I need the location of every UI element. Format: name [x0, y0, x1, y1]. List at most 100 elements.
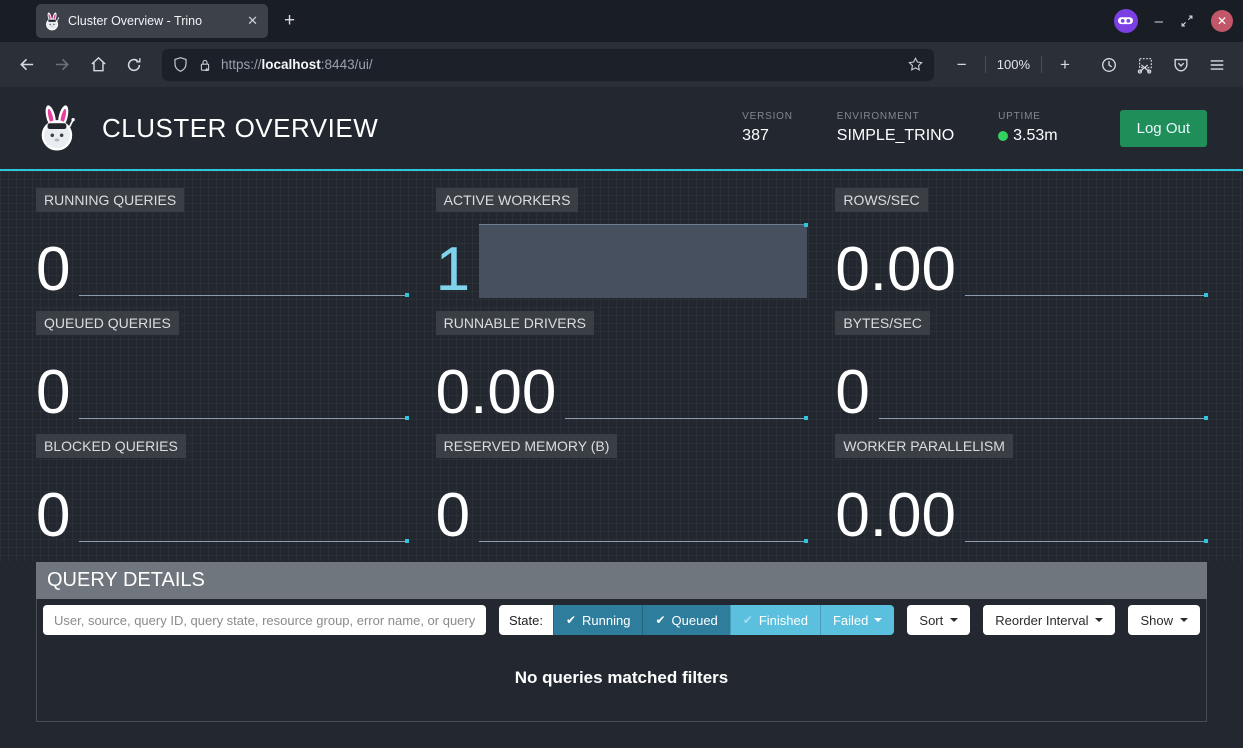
uptime-value: 3.53m — [998, 127, 1057, 145]
stat-card: QUEUED QUERIES 0 — [36, 311, 408, 421]
stat-sparkline — [479, 224, 807, 298]
show-button[interactable]: Show — [1128, 605, 1200, 635]
stat-card-value: 0.00 — [436, 364, 557, 421]
stat-sparkline — [79, 347, 407, 421]
environment-label: ENVIRONMENT — [837, 111, 954, 122]
state-label: State: — [499, 605, 553, 635]
environment-value: SIMPLE_TRINO — [837, 127, 954, 145]
stat-card: BYTES/SEC 0 — [835, 311, 1207, 421]
stat-sparkline — [79, 224, 407, 298]
stat-sparkline — [565, 347, 807, 421]
history-clock-icon[interactable] — [1093, 49, 1125, 81]
stat-card: RUNNABLE DRIVERS 0.00 — [436, 311, 808, 421]
stat-card-value: 0 — [36, 241, 70, 298]
browser-tab[interactable]: Cluster Overview - Trino ✕ — [36, 4, 268, 38]
stat-sparkline — [965, 224, 1207, 298]
stat-card: BLOCKED QUERIES 0 — [36, 434, 408, 544]
screenshot-scissors-icon[interactable] — [1129, 49, 1161, 81]
state-filter-failed-button[interactable]: Failed — [820, 605, 894, 635]
tab-close-icon[interactable]: ✕ — [245, 13, 260, 29]
query-filter-toolbar: State: ✔Running✔Queued✔FinishedFailed So… — [37, 599, 1206, 641]
check-icon: ✔ — [566, 613, 576, 627]
state-filter-queued-button[interactable]: ✔Queued — [642, 605, 729, 635]
state-filter-finished-button[interactable]: ✔Finished — [730, 605, 820, 635]
stat-card-value: 0 — [436, 487, 470, 544]
browser-chrome: Cluster Overview - Trino ✕ + – ✕ — [0, 0, 1243, 87]
separator — [1041, 56, 1042, 73]
trino-cluster-overview-page: CLUSTER OVERVIEW VERSION 387 ENVIRONMENT… — [0, 87, 1243, 748]
stat-card-value: 0.00 — [835, 487, 956, 544]
stats-grid: RUNNING QUERIES 0 ACTIVE WORKERS 1 ROWS/… — [36, 188, 1207, 544]
stat-card-label: BYTES/SEC — [835, 311, 930, 335]
url-bar[interactable]: https://localhost:8443/ui/ — [162, 49, 934, 81]
stat-sparkline — [965, 470, 1207, 544]
stat-card: ACTIVE WORKERS 1 — [436, 188, 808, 298]
reload-icon[interactable] — [118, 49, 150, 81]
version-value: 387 — [742, 127, 793, 145]
check-icon: ✔ — [655, 613, 665, 627]
stat-sparkline — [479, 470, 807, 544]
uptime-status-dot — [998, 131, 1008, 141]
stat-sparkline — [879, 347, 1207, 421]
lock-warning-icon[interactable] — [197, 57, 213, 73]
url-text: https://localhost:8443/ui/ — [221, 57, 899, 72]
home-icon[interactable] — [82, 49, 114, 81]
query-details-section: QUERY DETAILS State: ✔Running✔Queued✔Fin… — [36, 562, 1207, 722]
shield-icon[interactable] — [172, 56, 189, 73]
chevron-down-icon — [1180, 618, 1188, 622]
stat-card-label: RESERVED MEMORY (B) — [436, 434, 618, 458]
stat-card-label: ACTIVE WORKERS — [436, 188, 579, 212]
reorder-interval-button[interactable]: Reorder Interval — [983, 605, 1115, 635]
empty-queries-message: No queries matched filters — [37, 641, 1206, 721]
forward-icon[interactable] — [46, 49, 78, 81]
chevron-down-icon — [874, 618, 882, 622]
check-icon: ✔ — [743, 613, 753, 627]
state-filter-running-button[interactable]: ✔Running — [553, 605, 643, 635]
stat-card-label: ROWS/SEC — [835, 188, 927, 212]
query-details-header: QUERY DETAILS — [36, 562, 1207, 599]
version-label: VERSION — [742, 111, 793, 122]
query-search-input[interactable] — [43, 605, 486, 635]
new-tab-button[interactable]: + — [284, 10, 295, 32]
stat-card-value: 0.00 — [835, 241, 956, 298]
stat-card-label: RUNNABLE DRIVERS — [436, 311, 594, 335]
separator — [985, 56, 986, 73]
window-close-button[interactable]: ✕ — [1211, 10, 1233, 32]
bookmark-star-icon[interactable] — [907, 56, 924, 73]
zoom-level[interactable]: 100% — [993, 57, 1034, 72]
window-restore-button[interactable] — [1180, 14, 1194, 28]
zoom-in-button[interactable]: + — [1049, 49, 1081, 81]
stat-card: RESERVED MEMORY (B) 0 — [436, 434, 808, 544]
state-button-group: State: ✔Running✔Queued✔FinishedFailed — [499, 605, 894, 635]
browser-toolbar: https://localhost:8443/ui/ − 100% + — [0, 42, 1243, 87]
version-block: VERSION 387 — [742, 111, 793, 145]
stat-card-value: 0 — [36, 364, 70, 421]
uptime-block: UPTIME 3.53m — [998, 111, 1057, 145]
environment-block: ENVIRONMENT SIMPLE_TRINO — [837, 111, 954, 145]
logout-button[interactable]: Log Out — [1120, 110, 1207, 147]
stat-card-value: 0 — [36, 487, 70, 544]
stat-sparkline — [79, 470, 407, 544]
stat-card-label: WORKER PARALLELISM — [835, 434, 1013, 458]
back-icon[interactable] — [10, 49, 42, 81]
trino-logo-icon — [36, 104, 80, 152]
uptime-label: UPTIME — [998, 111, 1057, 122]
window-minimize-button[interactable]: – — [1155, 13, 1163, 30]
pocket-icon[interactable] — [1165, 49, 1197, 81]
stat-card-label: RUNNING QUERIES — [36, 188, 184, 212]
stat-card: ROWS/SEC 0.00 — [835, 188, 1207, 298]
trino-favicon-icon — [44, 12, 61, 31]
stat-card: RUNNING QUERIES 0 — [36, 188, 408, 298]
chevron-down-icon — [1095, 618, 1103, 622]
stats-section: RUNNING QUERIES 0 ACTIVE WORKERS 1 ROWS/… — [0, 171, 1243, 562]
stat-card-value: 0 — [835, 364, 869, 421]
sort-button[interactable]: Sort — [907, 605, 970, 635]
stat-card-label: BLOCKED QUERIES — [36, 434, 186, 458]
stat-card-value: 1 — [436, 241, 470, 298]
zoom-out-button[interactable]: − — [946, 49, 978, 81]
stat-card: WORKER PARALLELISM 0.00 — [835, 434, 1207, 544]
menu-hamburger-icon[interactable] — [1201, 49, 1233, 81]
private-browsing-icon — [1114, 9, 1138, 33]
tab-title: Cluster Overview - Trino — [68, 14, 238, 28]
page-title: CLUSTER OVERVIEW — [102, 113, 378, 144]
